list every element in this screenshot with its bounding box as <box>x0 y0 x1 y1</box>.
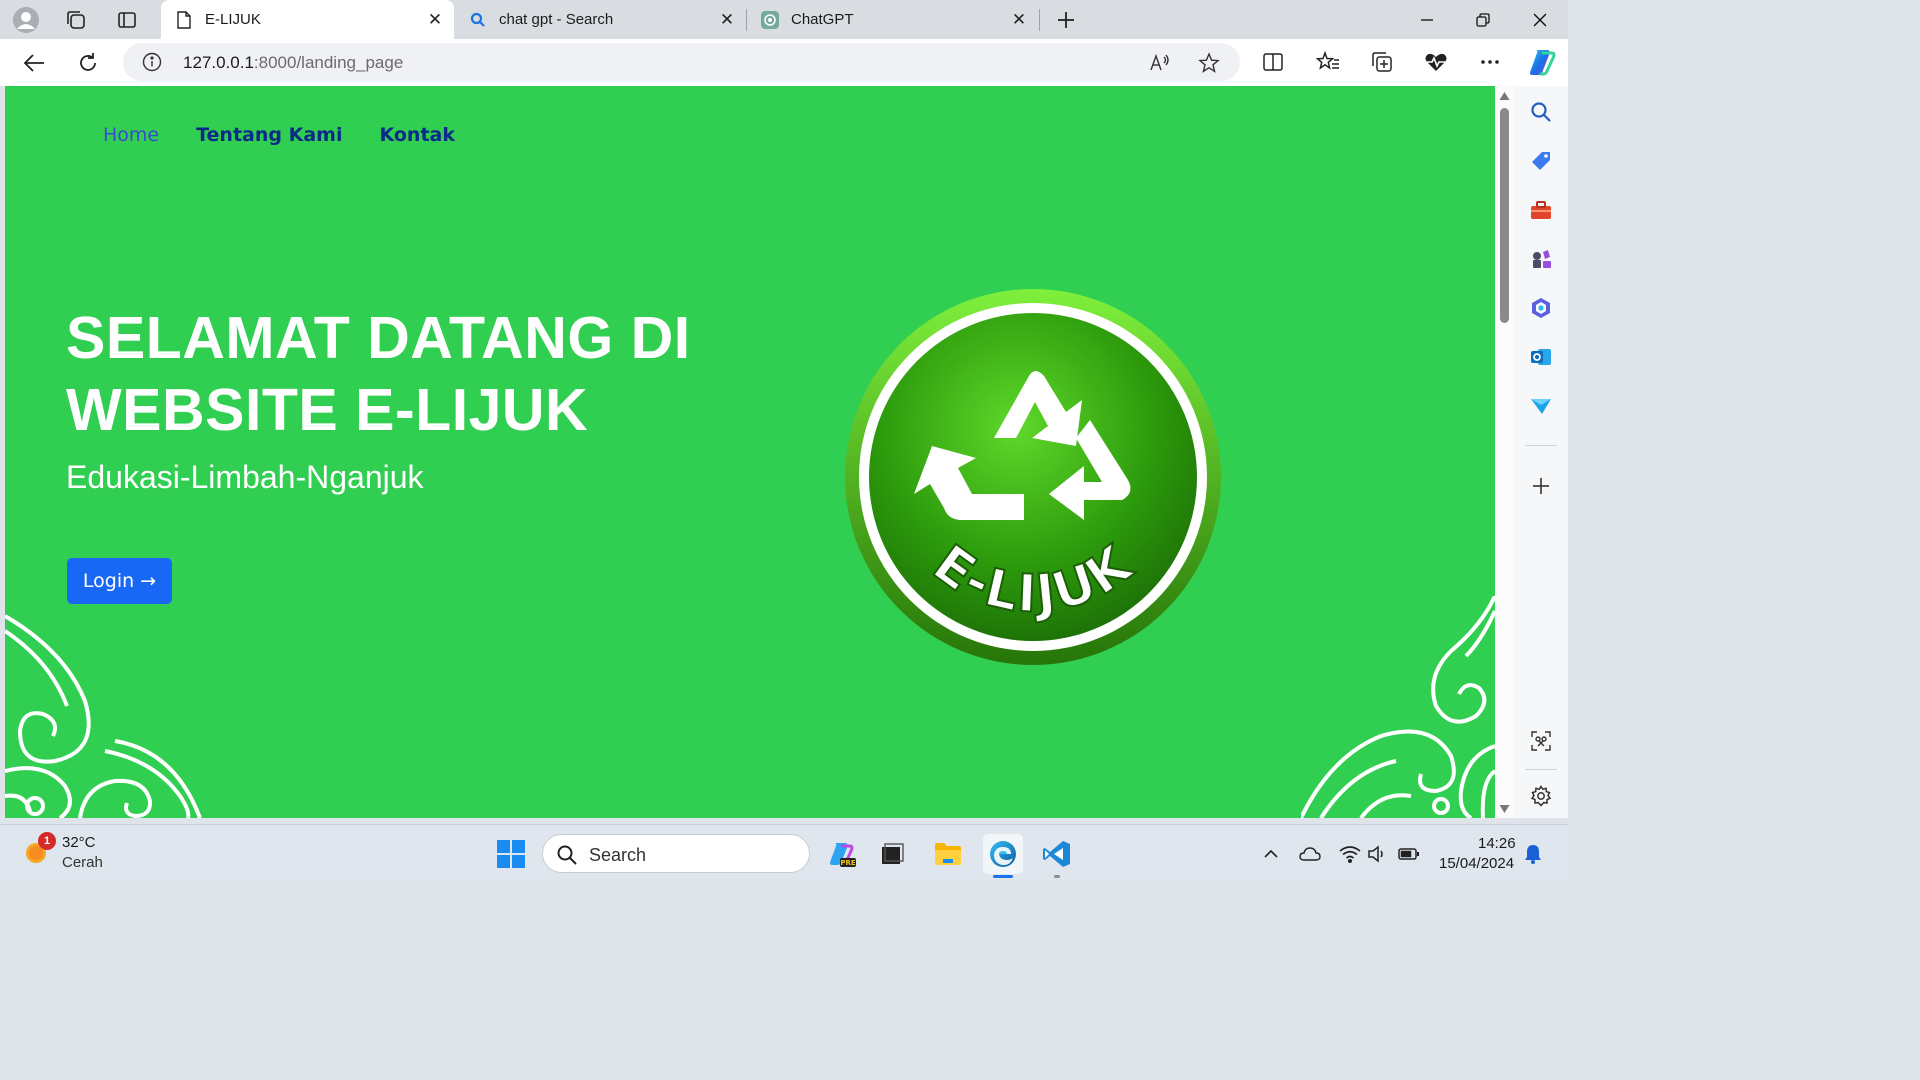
page-icon <box>175 10 193 29</box>
screenshot-icon[interactable] <box>1529 729 1553 753</box>
tab-title: E-LIJUK <box>205 11 261 28</box>
outlook-icon[interactable] <box>1529 345 1553 369</box>
notification-badge: 1 <box>38 832 56 850</box>
edge-browser-icon[interactable] <box>983 834 1023 874</box>
clock-date[interactable]: 15/04/2024 <box>1439 855 1514 872</box>
copilot-preview-icon[interactable]: PRE <box>824 836 860 872</box>
onedrive-cloud-icon[interactable] <box>1299 843 1321 865</box>
clock-time[interactable]: 14:26 <box>1478 835 1516 852</box>
browser-toolbar: 127.0.0.1:8000/landing_page <box>0 39 1568 86</box>
collections-icon[interactable] <box>1369 49 1395 75</box>
login-label: Login <box>82 570 135 592</box>
new-tab-icon[interactable] <box>1052 6 1080 34</box>
site-info-icon[interactable] <box>142 52 162 72</box>
settings-gear-icon[interactable] <box>1529 784 1553 808</box>
chevron-up-icon[interactable] <box>1260 843 1282 865</box>
vscode-icon[interactable] <box>1039 836 1075 872</box>
profile-icon[interactable] <box>12 6 40 34</box>
copilot-icon[interactable] <box>1527 47 1557 77</box>
read-aloud-icon[interactable] <box>1149 52 1171 74</box>
chatgpt-icon <box>761 10 779 29</box>
hero-subtitle: Edukasi-Limbah-Nganjuk <box>66 459 424 495</box>
restore-icon[interactable] <box>1455 0 1511 39</box>
url-path: :8000/landing_page <box>253 53 404 72</box>
close-tab-icon[interactable]: ✕ <box>424 9 446 31</box>
tab-actions-icon[interactable] <box>113 6 141 34</box>
scrollbar-thumb[interactable] <box>1500 108 1509 323</box>
nav-about-link[interactable]: Tentang Kami <box>196 124 342 146</box>
microsoft-365-icon[interactable] <box>1529 296 1553 320</box>
drop-send-icon[interactable] <box>1529 394 1553 418</box>
minimize-icon[interactable] <box>1399 0 1455 39</box>
login-button[interactable]: Login → <box>67 558 172 604</box>
tab-chat-gpt-search[interactable]: chat gpt - Search ✕ <box>455 0 746 39</box>
search-icon <box>469 11 487 29</box>
decorative-swirl-left <box>5 614 202 818</box>
refresh-icon[interactable] <box>72 47 104 79</box>
windows-start-icon[interactable] <box>496 839 526 869</box>
close-window-icon[interactable] <box>1512 0 1568 39</box>
search-icon <box>557 845 577 865</box>
favorite-star-icon[interactable] <box>1198 52 1220 74</box>
tab-separator <box>1039 9 1040 31</box>
scroll-up-icon[interactable] <box>1499 91 1510 101</box>
task-view-icon[interactable] <box>874 836 910 872</box>
tools-briefcase-icon[interactable] <box>1529 198 1553 222</box>
games-chess-icon[interactable] <box>1529 247 1553 271</box>
tab-chatgpt[interactable]: ChatGPT ✕ <box>747 0 1038 39</box>
workspaces-icon[interactable] <box>62 6 90 34</box>
scroll-down-icon[interactable] <box>1499 804 1510 814</box>
weather-temperature[interactable]: 32°C <box>62 834 96 851</box>
nav-home-link[interactable]: Home <box>103 124 159 146</box>
split-screen-icon[interactable] <box>1260 49 1286 75</box>
hero-title: SELAMAT DATANG DI WEBSITE E-LIJUK <box>66 305 691 443</box>
active-app-indicator <box>993 875 1013 878</box>
volume-icon[interactable] <box>1366 843 1388 865</box>
url-host: 127.0.0.1 <box>183 53 254 72</box>
back-icon[interactable] <box>18 47 50 79</box>
notification-bell-icon[interactable] <box>1522 843 1544 865</box>
arrow-right-icon: → <box>140 570 157 592</box>
more-options-icon[interactable] <box>1477 49 1503 75</box>
sidebar-separator <box>1525 769 1557 770</box>
close-tab-icon[interactable]: ✕ <box>1008 9 1030 31</box>
taskbar-search[interactable]: Search <box>542 834 810 873</box>
nav-contact-link[interactable]: Kontak <box>379 124 455 146</box>
windows-taskbar: 1 32°C Cerah Search PRE 14:26 15/04/2024 <box>0 824 1568 882</box>
shopping-tag-icon[interactable] <box>1529 149 1553 173</box>
tab-title: ChatGPT <box>791 11 854 28</box>
svg-text:PRE: PRE <box>840 859 856 867</box>
battery-icon[interactable] <box>1398 843 1420 865</box>
decorative-swirl-right <box>1301 596 1495 818</box>
tab-bar: E-LIJUK ✕ chat gpt - Search ✕ ChatGPT ✕ <box>0 0 1568 39</box>
close-tab-icon[interactable]: ✕ <box>716 9 738 31</box>
edge-sidebar <box>1514 86 1568 818</box>
sidebar-separator <box>1525 445 1557 446</box>
tab-e-lijuk[interactable]: E-LIJUK ✕ <box>161 0 454 39</box>
browser-essentials-icon[interactable] <box>1423 49 1449 75</box>
wifi-icon[interactable] <box>1339 843 1361 865</box>
search-icon[interactable] <box>1529 100 1553 124</box>
landing-page: Home Tentang Kami Kontak SELAMAT DATANG … <box>5 86 1495 818</box>
running-app-indicator <box>1054 875 1060 878</box>
weather-condition[interactable]: Cerah <box>62 854 103 871</box>
e-lijuk-logo: E-LIJUK <box>845 289 1221 665</box>
tab-title: chat gpt - Search <box>499 11 614 28</box>
file-explorer-icon[interactable] <box>930 836 966 872</box>
address-bar[interactable]: 127.0.0.1:8000/landing_page <box>123 43 1240 81</box>
main-nav: Home Tentang Kami Kontak <box>103 124 455 146</box>
search-placeholder: Search <box>589 845 647 865</box>
add-icon[interactable] <box>1529 474 1553 498</box>
favorites-icon[interactable] <box>1315 49 1341 75</box>
url-text: 127.0.0.1:8000/landing_page <box>183 53 403 73</box>
